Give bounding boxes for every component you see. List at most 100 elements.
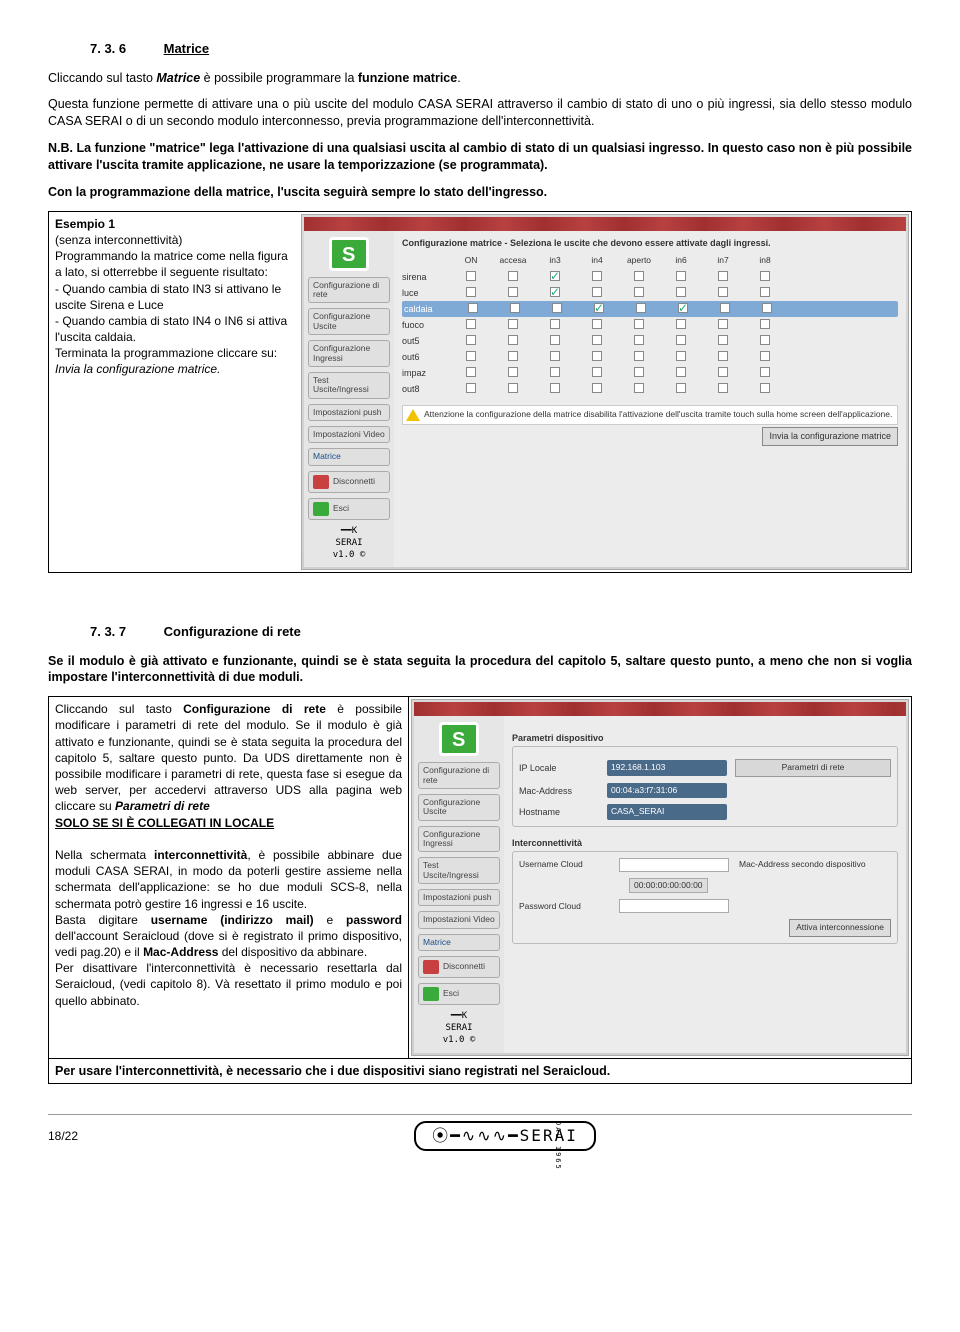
matrix-cell[interactable] (450, 287, 492, 300)
sidebar-btn-video[interactable]: Impostazioni Video (308, 426, 390, 443)
sidebar-btn-test[interactable]: Test Uscite/Ingressi (308, 372, 390, 399)
checkbox-icon[interactable] (678, 303, 688, 313)
checkbox-icon[interactable] (508, 335, 518, 345)
matrix-cell[interactable] (744, 335, 786, 348)
sidebar-btn-matrice[interactable]: Matrice (308, 448, 390, 465)
matrix-cell[interactable] (618, 271, 660, 284)
matrix-cell[interactable] (576, 319, 618, 332)
checkbox-icon[interactable] (550, 287, 560, 297)
checkbox-icon[interactable] (550, 351, 560, 361)
matrix-cell[interactable] (702, 319, 744, 332)
checkbox-icon[interactable] (718, 319, 728, 329)
checkbox-icon[interactable] (550, 367, 560, 377)
checkbox-icon[interactable] (508, 271, 518, 281)
sidebar-btn-ingressi[interactable]: Configurazione Ingressi (418, 826, 500, 853)
matrix-cell[interactable] (702, 271, 744, 284)
checkbox-icon[interactable] (508, 367, 518, 377)
checkbox-icon[interactable] (676, 287, 686, 297)
checkbox-icon[interactable] (592, 287, 602, 297)
matrix-cell[interactable] (618, 335, 660, 348)
matrix-cell[interactable] (492, 319, 534, 332)
matrix-cell[interactable] (576, 367, 618, 380)
matrix-cell[interactable] (492, 351, 534, 364)
matrix-cell[interactable] (618, 367, 660, 380)
matrix-cell[interactable] (492, 271, 534, 284)
sidebar-btn-esci[interactable]: Esci (418, 983, 500, 1005)
matrix-cell[interactable] (534, 351, 576, 364)
checkbox-icon[interactable] (718, 367, 728, 377)
user-cloud-input[interactable] (619, 858, 729, 872)
matrix-cell[interactable] (578, 303, 620, 316)
checkbox-icon[interactable] (634, 271, 644, 281)
matrix-cell[interactable] (450, 383, 492, 396)
checkbox-icon[interactable] (718, 335, 728, 345)
matrix-cell[interactable] (618, 351, 660, 364)
matrix-cell[interactable] (534, 271, 576, 284)
checkbox-icon[interactable] (466, 271, 476, 281)
attiva-intercon-button[interactable]: Attiva interconnessione (789, 919, 891, 936)
checkbox-icon[interactable] (508, 287, 518, 297)
sidebar-btn-video[interactable]: Impostazioni Video (418, 911, 500, 928)
matrix-cell[interactable] (452, 303, 494, 316)
checkbox-icon[interactable] (466, 383, 476, 393)
checkbox-icon[interactable] (720, 303, 730, 313)
checkbox-icon[interactable] (760, 367, 770, 377)
sidebar-btn-disconnetti[interactable]: Disconnetti (418, 956, 500, 978)
matrix-cell[interactable] (660, 351, 702, 364)
matrix-cell[interactable] (702, 383, 744, 396)
checkbox-icon[interactable] (550, 319, 560, 329)
checkbox-icon[interactable] (552, 303, 562, 313)
matrix-cell[interactable] (534, 335, 576, 348)
sidebar-btn-push[interactable]: Impostazioni push (418, 889, 500, 906)
matrix-cell[interactable] (744, 383, 786, 396)
matrix-cell[interactable] (450, 271, 492, 284)
checkbox-icon[interactable] (508, 383, 518, 393)
checkbox-icon[interactable] (718, 271, 728, 281)
matrix-cell[interactable] (576, 287, 618, 300)
sidebar-btn-test[interactable]: Test Uscite/Ingressi (418, 857, 500, 884)
matrix-cell[interactable] (660, 271, 702, 284)
checkbox-icon[interactable] (508, 351, 518, 361)
checkbox-icon[interactable] (676, 367, 686, 377)
checkbox-icon[interactable] (718, 287, 728, 297)
sidebar-btn-ingressi[interactable]: Configurazione Ingressi (308, 340, 390, 367)
checkbox-icon[interactable] (594, 303, 604, 313)
checkbox-icon[interactable] (634, 351, 644, 361)
matrix-cell[interactable] (450, 351, 492, 364)
matrix-cell[interactable] (492, 367, 534, 380)
checkbox-icon[interactable] (760, 351, 770, 361)
matrix-cell[interactable] (744, 271, 786, 284)
matrix-cell[interactable] (744, 287, 786, 300)
matrix-cell[interactable] (492, 287, 534, 300)
matrix-cell[interactable] (660, 335, 702, 348)
matrix-cell[interactable] (744, 351, 786, 364)
matrix-cell[interactable] (536, 303, 578, 316)
checkbox-icon[interactable] (760, 319, 770, 329)
sidebar-btn-rete[interactable]: Configurazione di rete (308, 277, 390, 304)
matrix-cell[interactable] (746, 303, 788, 316)
checkbox-icon[interactable] (718, 383, 728, 393)
checkbox-icon[interactable] (592, 271, 602, 281)
matrix-cell[interactable] (492, 383, 534, 396)
pwd-cloud-input[interactable] (619, 899, 729, 913)
matrix-cell[interactable] (450, 319, 492, 332)
checkbox-icon[interactable] (634, 319, 644, 329)
submit-matrice-button[interactable]: Invia la configurazione matrice (762, 427, 898, 445)
checkbox-icon[interactable] (466, 335, 476, 345)
sidebar-btn-disconnetti[interactable]: Disconnetti (308, 471, 390, 493)
sidebar-btn-matrice[interactable]: Matrice (418, 934, 500, 951)
matrix-cell[interactable] (744, 367, 786, 380)
checkbox-icon[interactable] (550, 383, 560, 393)
checkbox-icon[interactable] (550, 335, 560, 345)
checkbox-icon[interactable] (634, 383, 644, 393)
matrix-cell[interactable] (450, 367, 492, 380)
checkbox-icon[interactable] (468, 303, 478, 313)
matrix-cell[interactable] (660, 319, 702, 332)
checkbox-icon[interactable] (466, 367, 476, 377)
checkbox-icon[interactable] (592, 351, 602, 361)
checkbox-icon[interactable] (676, 319, 686, 329)
sidebar-btn-push[interactable]: Impostazioni push (308, 404, 390, 421)
matrix-cell[interactable] (704, 303, 746, 316)
checkbox-icon[interactable] (508, 319, 518, 329)
matrix-cell[interactable] (494, 303, 536, 316)
